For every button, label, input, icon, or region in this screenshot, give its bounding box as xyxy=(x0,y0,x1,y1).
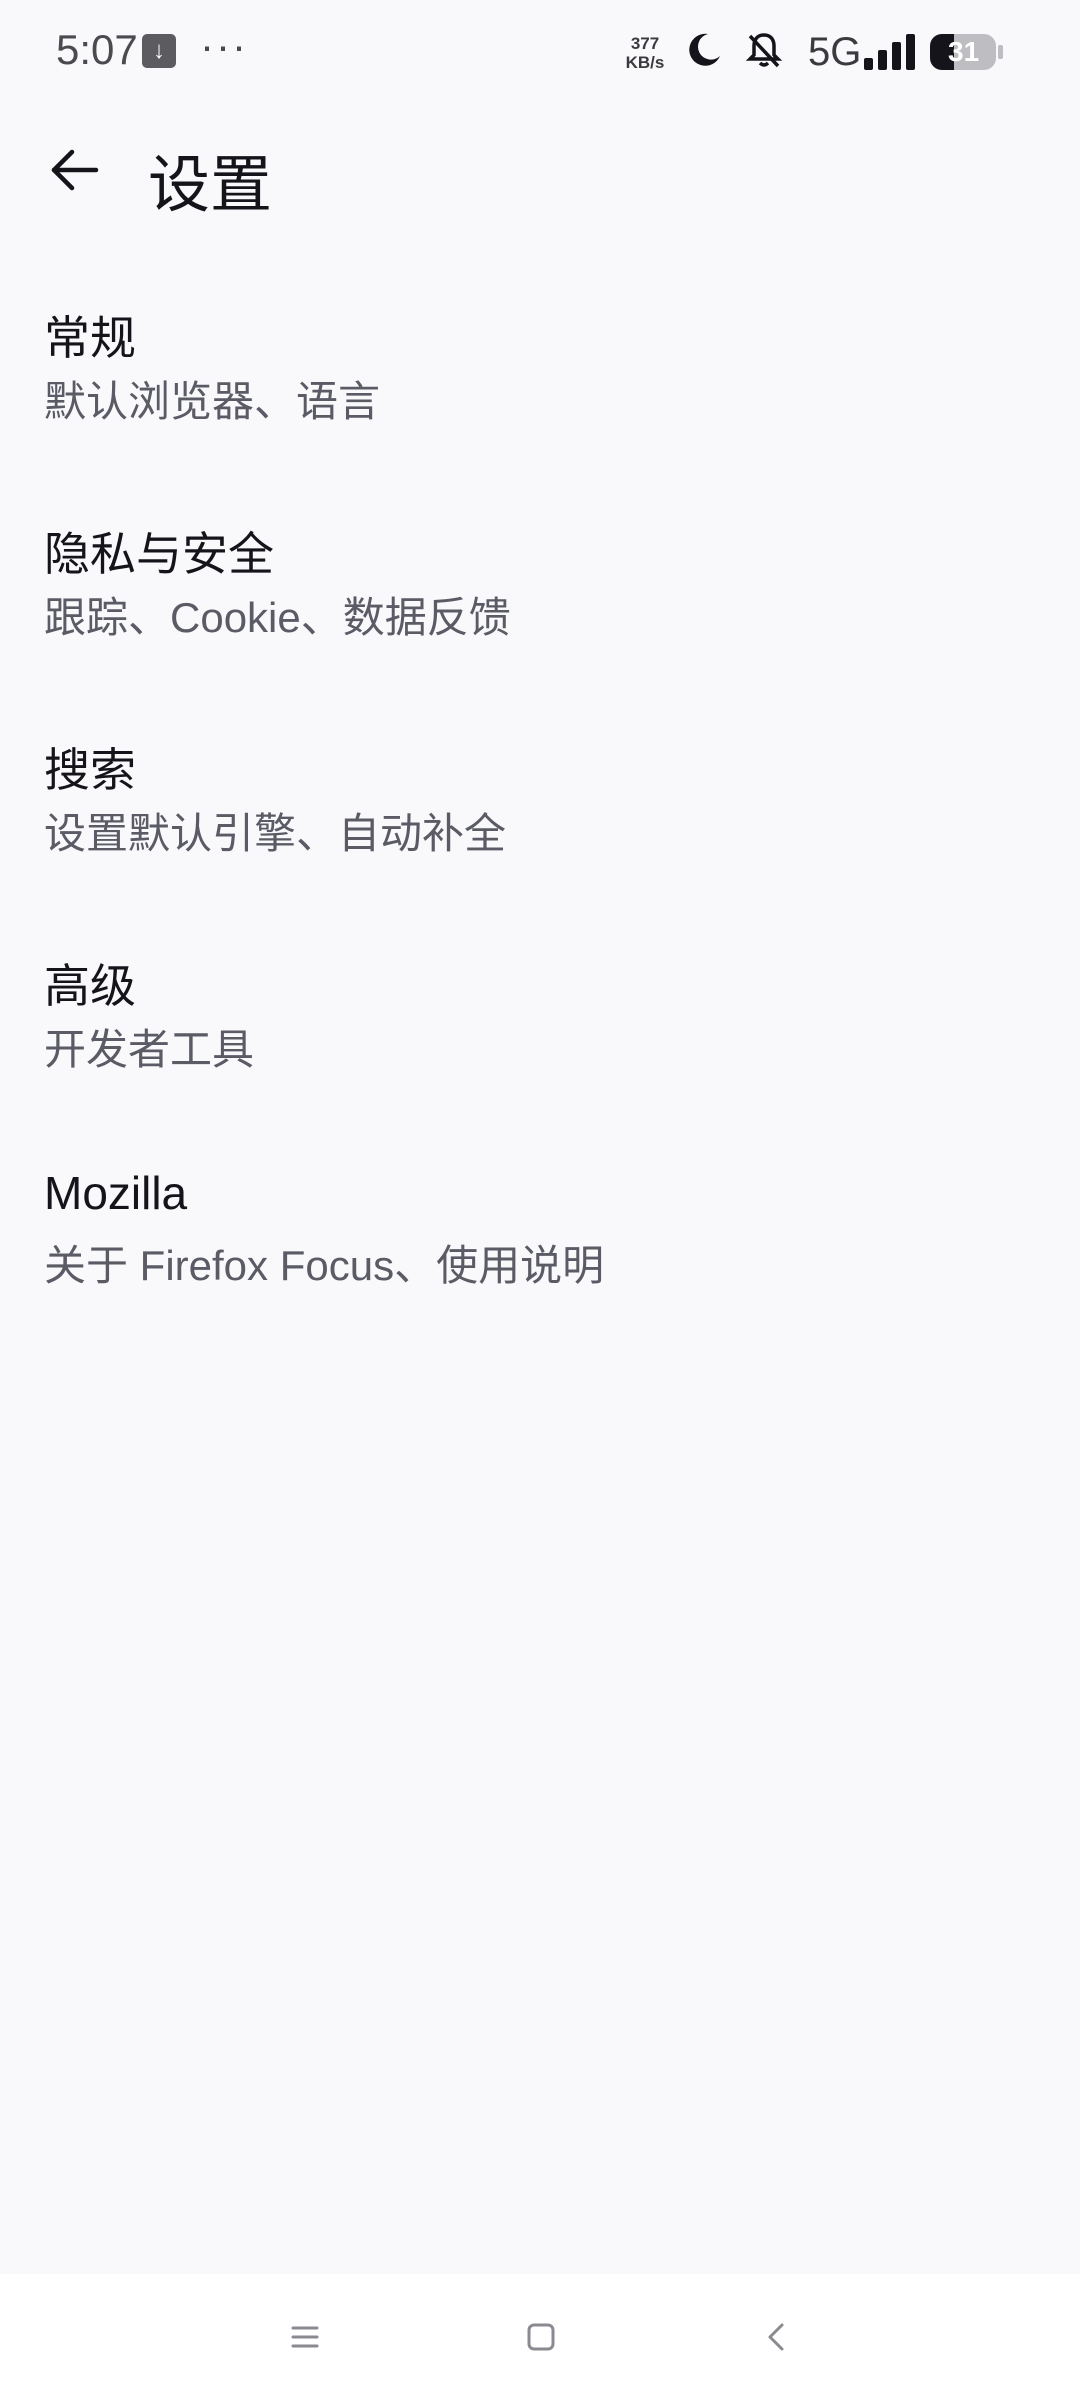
settings-item-general[interactable]: 常规 默认浏览器、语言 xyxy=(0,280,1080,496)
settings-item-title: 隐私与安全 xyxy=(44,528,274,580)
settings-item-search[interactable]: 搜索 设置默认引擎、自动补全 xyxy=(0,712,1080,928)
home-button[interactable] xyxy=(506,2302,576,2372)
arrow-left-icon xyxy=(51,149,99,191)
settings-item-subtitle: 关于 Firefox Focus、使用说明 xyxy=(44,1242,605,1289)
settings-item-subtitle: 开发者工具 xyxy=(44,1026,255,1073)
settings-item-title: 常规 xyxy=(44,312,136,364)
settings-item-subtitle: 设置默认引擎、自动补全 xyxy=(44,810,507,857)
settings-item-mozilla[interactable]: Mozilla 关于 Firefox Focus、使用说明 xyxy=(0,1144,1080,1360)
network-speed: 377 KB/s xyxy=(620,34,670,72)
download-icon: ↓ xyxy=(142,34,176,68)
settings-item-subtitle: 默认浏览器、语言 xyxy=(44,378,381,425)
recents-button[interactable] xyxy=(270,2302,340,2372)
back-button[interactable] xyxy=(36,132,112,208)
settings-item-title: Mozilla xyxy=(44,1167,188,1219)
settings-item-title: 高级 xyxy=(44,960,136,1012)
page-title: 设置 xyxy=(148,151,273,220)
network-speed-value: 377 xyxy=(630,34,660,53)
network-type: 5G xyxy=(808,30,862,74)
battery-icon: 31 xyxy=(930,34,1004,70)
signal-icon xyxy=(864,34,915,70)
network-speed-unit: KB/s xyxy=(625,53,665,72)
settings-item-title: 搜索 xyxy=(44,744,136,796)
settings-item-subtitle: 跟踪、Cookie、数据反馈 xyxy=(44,594,511,641)
battery-level: 31 xyxy=(948,36,980,67)
status-bar: 5:07 ↓ ··· 377 KB/s 5G 31 xyxy=(0,0,1080,110)
settings-item-advanced[interactable]: 高级 开发者工具 xyxy=(0,928,1080,1144)
more-notifications-icon: ··· xyxy=(200,22,248,69)
bell-off-icon xyxy=(745,33,783,68)
app-bar: 设置 xyxy=(0,110,1080,230)
system-nav-bar xyxy=(0,2274,1080,2400)
settings-list: 常规 默认浏览器、语言 隐私与安全 跟踪、Cookie、数据反馈 搜索 设置默认… xyxy=(0,280,1080,1360)
back-icon xyxy=(768,2323,784,2351)
menu-icon xyxy=(291,2326,319,2348)
home-icon xyxy=(527,2323,555,2351)
settings-item-privacy-security[interactable]: 隐私与安全 跟踪、Cookie、数据反馈 xyxy=(0,496,1080,712)
moon-icon xyxy=(689,33,720,66)
status-time: 5:07 xyxy=(56,26,138,73)
system-back-button[interactable] xyxy=(742,2302,812,2372)
